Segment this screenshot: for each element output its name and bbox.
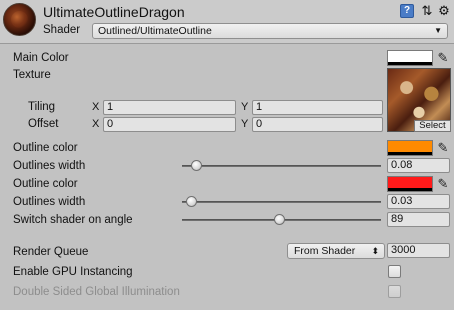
render-queue-label: Render Queue bbox=[13, 246, 89, 258]
switch-shader-label: Switch shader on angle bbox=[13, 214, 133, 226]
double-sided-gi-checkbox bbox=[388, 285, 401, 298]
offset-label: Offset bbox=[28, 118, 59, 130]
render-queue-mode: From Shader bbox=[294, 245, 356, 257]
outline-color-2-field[interactable] bbox=[387, 176, 433, 192]
offset-x-label: X bbox=[92, 118, 100, 130]
outlines-width-1-slider[interactable] bbox=[182, 158, 381, 173]
main-color-swatch bbox=[388, 51, 432, 62]
render-queue-dropdown[interactable]: From Shader ⬍ bbox=[287, 243, 385, 259]
outline-color-1-field[interactable] bbox=[387, 140, 433, 156]
slider-thumb[interactable] bbox=[191, 160, 202, 171]
material-header: UltimateOutlineDragon Shader Outlined/Ul… bbox=[0, 0, 454, 44]
material-preview-icon bbox=[3, 3, 36, 36]
gear-icon[interactable]: ⚙ bbox=[437, 4, 451, 18]
chevron-down-icon: ▼ bbox=[434, 26, 442, 35]
main-color-field[interactable] bbox=[387, 50, 433, 66]
outline-color-1-swatch bbox=[388, 141, 432, 152]
eyedropper-icon[interactable]: ✎ bbox=[436, 140, 450, 156]
outline-color-1-label: Outline color bbox=[13, 142, 78, 154]
tiling-y-label: Y bbox=[241, 101, 249, 113]
shader-dropdown-value: Outlined/UltimateOutline bbox=[98, 25, 212, 37]
updown-arrow-icon: ⬍ bbox=[371, 246, 379, 256]
slider-thumb[interactable] bbox=[186, 196, 197, 207]
render-queue-field[interactable]: 3000 bbox=[387, 243, 450, 258]
outlines-width-1-field[interactable]: 0.08 bbox=[387, 158, 450, 173]
tiling-y-field[interactable]: 1 bbox=[252, 100, 383, 115]
material-name: UltimateOutlineDragon bbox=[43, 4, 185, 20]
slider-track bbox=[182, 165, 381, 167]
offset-y-field[interactable]: 0 bbox=[252, 117, 383, 132]
gpu-instancing-label: Enable GPU Instancing bbox=[13, 266, 133, 278]
gpu-instancing-checkbox[interactable] bbox=[388, 265, 401, 278]
outlines-width-1-label: Outlines width bbox=[13, 160, 86, 172]
outline-color-2-label: Outline color bbox=[13, 178, 78, 190]
outline-color-2-swatch bbox=[388, 177, 432, 188]
outlines-width-2-field[interactable]: 0.03 bbox=[387, 194, 450, 209]
tiling-x-label: X bbox=[92, 101, 100, 113]
outlines-width-2-slider[interactable] bbox=[182, 194, 381, 209]
switch-shader-slider[interactable] bbox=[182, 212, 381, 227]
eyedropper-icon[interactable]: ✎ bbox=[436, 50, 450, 66]
shader-label: Shader bbox=[43, 24, 81, 36]
main-color-alpha-bar bbox=[388, 62, 432, 65]
texture-label: Texture bbox=[13, 69, 51, 81]
help-icon[interactable]: ? bbox=[400, 4, 414, 18]
slider-track bbox=[182, 201, 381, 203]
slider-thumb[interactable] bbox=[274, 214, 285, 225]
outlines-width-2-label: Outlines width bbox=[13, 196, 86, 208]
offset-y-label: Y bbox=[241, 118, 249, 130]
shader-dropdown[interactable]: Outlined/UltimateOutline ▼ bbox=[92, 23, 448, 39]
main-color-label: Main Color bbox=[13, 52, 69, 64]
double-sided-gi-label: Double Sided Global Illumination bbox=[13, 286, 180, 298]
switch-shader-field[interactable]: 89 bbox=[387, 212, 450, 227]
outline-color-1-alpha-bar bbox=[388, 152, 432, 155]
outline-color-2-alpha-bar bbox=[388, 188, 432, 191]
texture-select-button[interactable]: Select bbox=[414, 120, 451, 132]
tiling-label: Tiling bbox=[28, 101, 56, 113]
tiling-x-field[interactable]: 1 bbox=[103, 100, 236, 115]
settings-icon[interactable]: ⇅ bbox=[420, 4, 434, 18]
eyedropper-icon[interactable]: ✎ bbox=[436, 176, 450, 192]
offset-x-field[interactable]: 0 bbox=[103, 117, 236, 132]
